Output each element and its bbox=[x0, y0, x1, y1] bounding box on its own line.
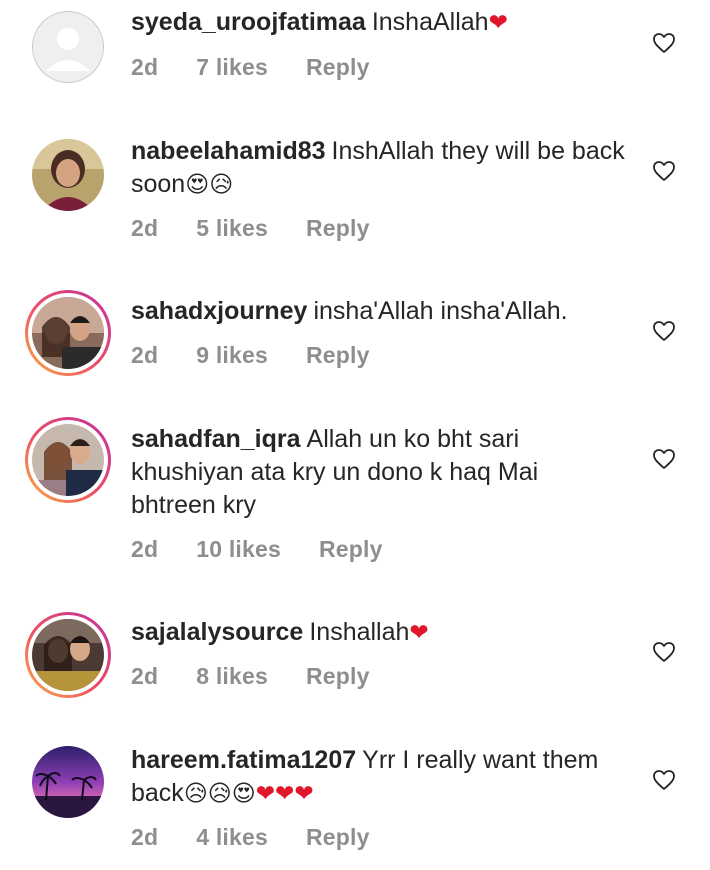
comment-likes[interactable]: 5 likes bbox=[196, 215, 268, 242]
comment-username[interactable]: sahadxjourney bbox=[131, 297, 307, 325]
avatar[interactable] bbox=[32, 139, 104, 211]
comment-meta: 2d 10 likes Reply bbox=[131, 536, 421, 563]
comment-text: Inshallah bbox=[309, 618, 410, 646]
profile-photo-icon bbox=[32, 424, 104, 496]
sad-face-emoji: 😥 bbox=[183, 781, 208, 807]
comment-age: 2d bbox=[131, 215, 159, 241]
comment-text: InshaAllah bbox=[371, 8, 489, 36]
comment-text: insha'Allah insha'Allah. bbox=[313, 297, 568, 325]
profile-photo-icon bbox=[32, 297, 104, 369]
heart-outline-icon[interactable] bbox=[652, 31, 676, 55]
heart-outline-icon[interactable] bbox=[652, 447, 676, 471]
comment-username[interactable]: sajalalysource bbox=[131, 618, 303, 646]
reply-button[interactable]: Reply bbox=[306, 824, 370, 851]
reply-button[interactable]: Reply bbox=[306, 342, 370, 369]
profile-photo-icon bbox=[32, 619, 104, 691]
avatar[interactable] bbox=[32, 746, 104, 818]
comment-meta: 2d 9 likes Reply bbox=[131, 342, 408, 369]
comment-meta: 2d 5 likes Reply bbox=[131, 215, 408, 242]
comment-meta: 2d 4 likes Reply bbox=[131, 824, 408, 851]
sad-face-emoji: 😥 bbox=[207, 781, 232, 807]
heart-outline-icon[interactable] bbox=[652, 319, 676, 343]
comment-body: sahadxjourney insha'Allah insha'Allah. bbox=[131, 295, 631, 328]
comment-age: 2d bbox=[131, 54, 159, 80]
reply-button[interactable]: Reply bbox=[306, 215, 370, 242]
heart-eyes-emoji: 😍 bbox=[185, 172, 210, 198]
comment-username[interactable]: hareem.fatima1207 bbox=[131, 746, 356, 774]
comment-body: syeda_uroojfatimaa InshaAllah❤ bbox=[131, 6, 631, 40]
sunset-photo-icon bbox=[32, 746, 104, 818]
comment-meta: 2d 7 likes Reply bbox=[131, 54, 408, 81]
reply-button[interactable]: Reply bbox=[306, 54, 370, 81]
heart-outline-icon[interactable] bbox=[652, 768, 676, 792]
comment-item: sajalalysource Inshallah❤ 2d 8 likes Reply bbox=[0, 611, 710, 739]
reply-button[interactable]: Reply bbox=[306, 663, 370, 690]
heart-emoji: ❤ bbox=[409, 620, 429, 646]
profile-photo-icon bbox=[32, 139, 104, 211]
heart-emoji: ❤ bbox=[275, 781, 295, 807]
avatar[interactable] bbox=[32, 11, 104, 83]
comment-item: hareem.fatima1207 Yrr I really want them … bbox=[0, 739, 710, 870]
comment-username[interactable]: sahadfan_iqra bbox=[131, 425, 301, 453]
reply-button[interactable]: Reply bbox=[319, 536, 383, 563]
heart-emoji: ❤ bbox=[488, 10, 508, 36]
comment-age: 2d bbox=[131, 342, 159, 368]
avatar[interactable] bbox=[25, 612, 111, 698]
comment-body: nabeelahamid83 InshAllah they will be bac… bbox=[131, 135, 631, 202]
comment-item: sahadxjourney insha'Allah insha'Allah. 2d… bbox=[0, 290, 710, 416]
comment-body: sajalalysource Inshallah❤ bbox=[131, 616, 631, 650]
heart-outline-icon[interactable] bbox=[652, 640, 676, 664]
comment-username[interactable]: nabeelahamid83 bbox=[131, 137, 326, 165]
comment-body: hareem.fatima1207 Yrr I really want them … bbox=[131, 744, 611, 811]
comment-age: 2d bbox=[131, 824, 159, 850]
comment-likes[interactable]: 8 likes bbox=[196, 663, 268, 690]
comment-likes[interactable]: 9 likes bbox=[196, 342, 268, 369]
comment-age: 2d bbox=[131, 663, 159, 689]
heart-eyes-emoji: 😍 bbox=[231, 781, 256, 807]
comment-age: 2d bbox=[131, 536, 159, 562]
avatar[interactable] bbox=[25, 290, 111, 376]
comment-item: nabeelahamid83 InshAllah they will be bac… bbox=[0, 130, 710, 290]
comment-item: sahadfan_iqra Allah un ko bht sari khushi… bbox=[0, 416, 710, 611]
default-avatar-icon bbox=[32, 11, 104, 83]
sad-face-emoji: 😥 bbox=[209, 172, 234, 198]
comment-username[interactable]: syeda_uroojfatimaa bbox=[131, 8, 366, 36]
comment-item: syeda_uroojfatimaa InshaAllah❤ 2d 7 likes R… bbox=[0, 0, 710, 130]
avatar[interactable] bbox=[25, 417, 111, 503]
heart-emoji: ❤ bbox=[255, 781, 276, 807]
comment-likes[interactable]: 10 likes bbox=[196, 536, 281, 563]
comment-likes[interactable]: 7 likes bbox=[196, 54, 268, 81]
heart-outline-icon[interactable] bbox=[652, 159, 676, 183]
comment-likes[interactable]: 4 likes bbox=[196, 824, 268, 851]
heart-emoji: ❤ bbox=[294, 781, 314, 807]
comment-meta: 2d 8 likes Reply bbox=[131, 663, 408, 690]
comment-body: sahadfan_iqra Allah un ko bht sari khushi… bbox=[131, 423, 601, 522]
